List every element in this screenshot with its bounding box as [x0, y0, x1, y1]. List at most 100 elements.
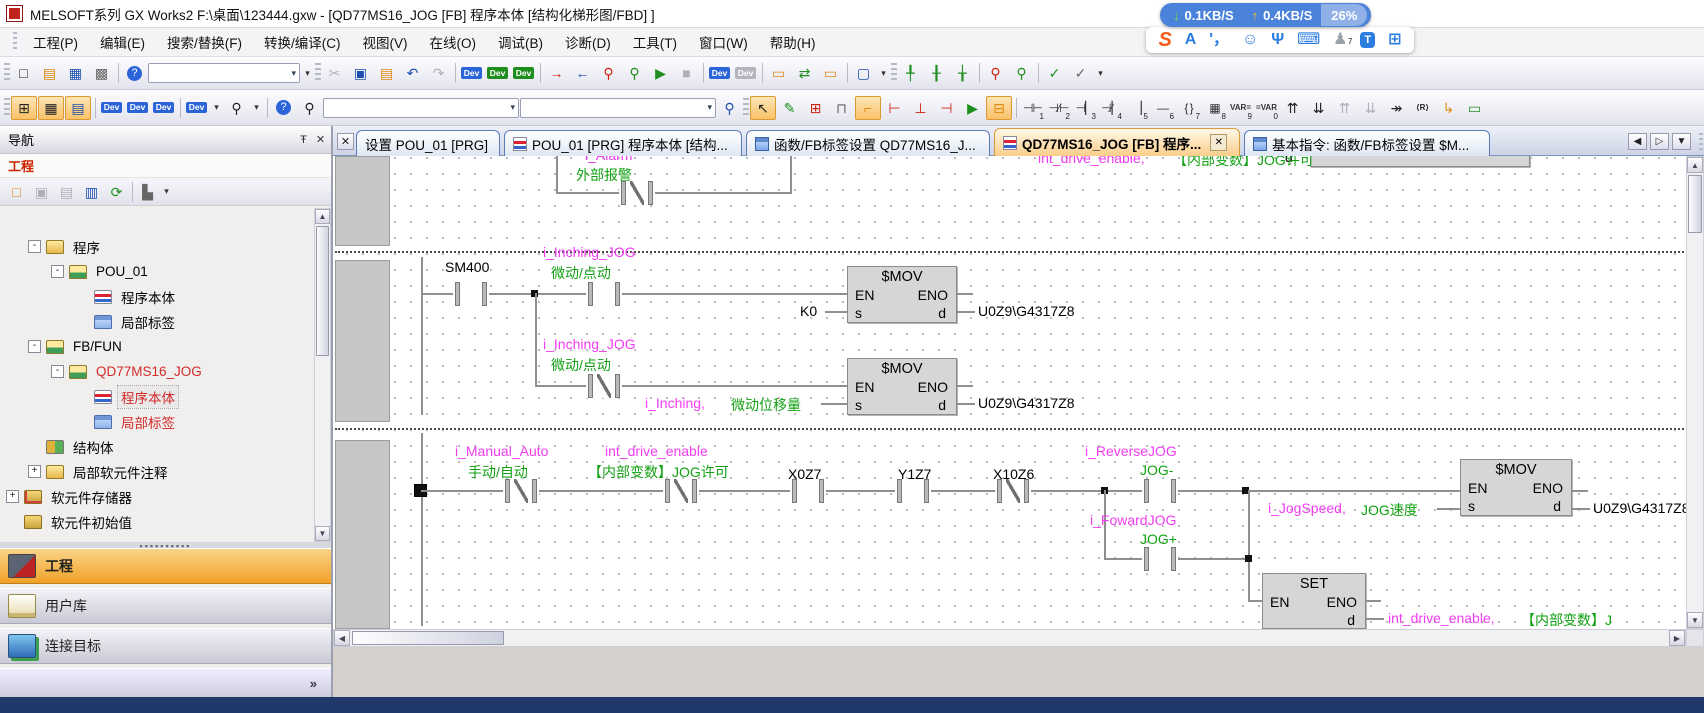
toolbar-button[interactable]: □	[11, 61, 36, 85]
toolbar-button[interactable]: ▶	[960, 96, 985, 120]
scroll-thumb[interactable]	[316, 226, 329, 356]
toolbar-button[interactable]: ⊢	[882, 96, 907, 120]
tree-item[interactable]: 局部标签	[0, 409, 314, 434]
toolbar-button[interactable]: VAR=9	[1228, 96, 1253, 120]
document-tab[interactable]: POU_01 [PRG] 程序本体 [结构...	[504, 130, 742, 156]
toolbar-button[interactable]: ▦8	[1202, 96, 1227, 120]
nc-contact[interactable]	[619, 181, 655, 205]
toolbar-button[interactable]: —6	[1150, 96, 1175, 120]
tree-item-label[interactable]: 软元件存储器	[48, 486, 135, 508]
document-tab[interactable]: 设置 POU_01 [PRG]	[356, 130, 500, 156]
toolbar-button[interactable]	[700, 61, 706, 85]
toolbar-button[interactable]: ⊣▏3	[1072, 96, 1097, 120]
toolbar-button[interactable]: ▭	[818, 61, 843, 85]
tab-list-button[interactable]: ▼	[1672, 133, 1691, 150]
toolbar-button[interactable]: ▣	[348, 61, 373, 85]
toolbar-button[interactable]: ⊥	[908, 96, 933, 120]
fb-block-mov2[interactable]: $MOV EN ENO s d	[847, 358, 957, 415]
tree-expander[interactable]: +	[6, 490, 19, 503]
ime-icon[interactable]: S	[1158, 29, 1171, 51]
nc-contact[interactable]	[663, 479, 699, 503]
fb-block-set[interactable]: SET EN ENO d	[1262, 573, 1366, 629]
scroll-up-button[interactable]: ▲	[315, 209, 330, 224]
toolbar-button[interactable]: ⚲	[983, 61, 1008, 85]
toolbar-button[interactable]: ↷	[426, 61, 451, 85]
toolbar-button[interactable]: ↖	[750, 96, 776, 120]
tree-item[interactable]: 程序本体	[0, 384, 314, 409]
toolbar-button[interactable]: →	[544, 61, 569, 85]
toolbar-button[interactable]: ⊣∕▏4	[1098, 96, 1123, 120]
tree-expander[interactable]: -	[28, 340, 41, 353]
document-tab[interactable]: 函数/FB标签设置 QD77MS16_J...	[746, 130, 990, 156]
tree-item-label[interactable]: 局部标签	[118, 411, 178, 433]
tree-item[interactable]: 结构体	[0, 434, 314, 459]
toolbar-button[interactable]: ⇊	[1306, 96, 1331, 120]
toolbar-button[interactable]: ↠	[1384, 96, 1409, 120]
tree-item[interactable]: - 程序	[0, 234, 314, 259]
toolbar-button[interactable]	[452, 61, 458, 85]
toolbar-button[interactable]: ▭	[766, 61, 791, 85]
toolbar-button[interactable]	[537, 61, 543, 85]
toolbar-button[interactable]: ⊣⊢1	[1020, 96, 1045, 120]
toolbar-button[interactable]: { }7	[1176, 96, 1201, 120]
toolbar-button[interactable]: ▾	[210, 96, 223, 120]
toolbar-button[interactable]: ▤	[65, 96, 91, 120]
toolbar-button[interactable]: Dev	[485, 61, 510, 85]
toolbar-button[interactable]: ▦	[63, 61, 88, 85]
toolbar-button[interactable]: ▾	[301, 61, 314, 85]
toolbar-button[interactable]	[844, 61, 850, 85]
fb-block-mov1[interactable]: $MOV EN ENO s d	[847, 266, 957, 323]
toolbar-button[interactable]: ⚲	[622, 61, 647, 85]
ime-icon[interactable]: ♟7	[1333, 29, 1347, 51]
toolbar-button[interactable]	[4, 98, 10, 118]
no-contact[interactable]	[586, 282, 622, 306]
ime-toolbar[interactable]: S A '， ☺ Ψ ⌨ ♟7 T ⊞	[1146, 27, 1414, 53]
toolbar-button[interactable]: ⇄	[792, 61, 817, 85]
mini-toolbar-button[interactable]: □	[4, 180, 29, 204]
ime-icon[interactable]: '，	[1209, 29, 1229, 51]
toolbar-button[interactable]	[264, 96, 270, 120]
mini-toolbar-button[interactable]: ▾	[160, 180, 173, 204]
navigator-more-bar[interactable]: »	[0, 668, 331, 697]
toolbar-button[interactable]	[759, 61, 765, 85]
toolbar-button[interactable]: ▾	[250, 96, 263, 120]
navigator-view-button[interactable]: 连接目标	[0, 628, 331, 664]
toolbar-button[interactable]: ▾	[520, 98, 716, 118]
toolbar-button[interactable]: ?	[271, 96, 296, 120]
toolbar-button[interactable]: ✓	[1042, 61, 1067, 85]
tree-item-label[interactable]: 局部标签	[118, 311, 178, 333]
menu-item[interactable]: 诊断(D)	[554, 28, 622, 56]
menu-item[interactable]: 转换/编译(C)	[253, 28, 352, 56]
tree-item-label[interactable]: QD77MS16_JOG	[93, 363, 205, 380]
no-contact[interactable]	[1142, 479, 1178, 503]
toolbar-button[interactable]: ■	[674, 61, 699, 85]
toolbar-button[interactable]: ⟨R⟩	[1410, 96, 1435, 120]
toolbar-grip[interactable]	[13, 32, 17, 52]
toolbar-button[interactable]	[1035, 61, 1041, 85]
tree-item-label[interactable]: FB/FUN	[70, 338, 125, 355]
tree-expander[interactable]: -	[28, 240, 41, 253]
tree-item-label[interactable]: 局部软元件注释	[70, 461, 171, 483]
navigator-view-button[interactable]: 工程	[0, 548, 331, 584]
tree-expander[interactable]: +	[28, 465, 41, 478]
toolbar-button[interactable]: Dev	[459, 61, 484, 85]
toolbar-button[interactable]: ↶	[400, 61, 425, 85]
editor-vertical-scrollbar[interactable]: ▲ ▼	[1686, 156, 1704, 629]
ime-icon[interactable]: ⊞	[1388, 29, 1401, 51]
mini-toolbar-button[interactable]: ▥	[79, 180, 104, 204]
toolbar-button[interactable]: ⊣∕⊢2	[1046, 96, 1071, 120]
toolbar-button[interactable]: ▦	[38, 96, 64, 120]
toolbar-button[interactable]: Dev	[511, 61, 536, 85]
fb-block-mov3[interactable]: $MOV EN ENO s d	[1460, 459, 1572, 516]
toolbar-button[interactable]: Dev	[733, 61, 758, 85]
toolbar-button[interactable]: ╀	[898, 61, 923, 85]
ime-icon[interactable]: T	[1360, 32, 1375, 48]
toolbar-button[interactable]: ⚲	[297, 96, 322, 120]
toolbar-button[interactable]	[976, 61, 982, 85]
scroll-left-button[interactable]: ◀	[334, 630, 350, 646]
toolbar-button[interactable]	[4, 63, 10, 83]
no-contact[interactable]	[790, 479, 826, 503]
menu-item[interactable]: 搜索/替换(F)	[156, 28, 253, 56]
fb-block-partial[interactable]	[1310, 156, 1530, 167]
tree-item[interactable]: + 局部软元件注释	[0, 459, 314, 484]
